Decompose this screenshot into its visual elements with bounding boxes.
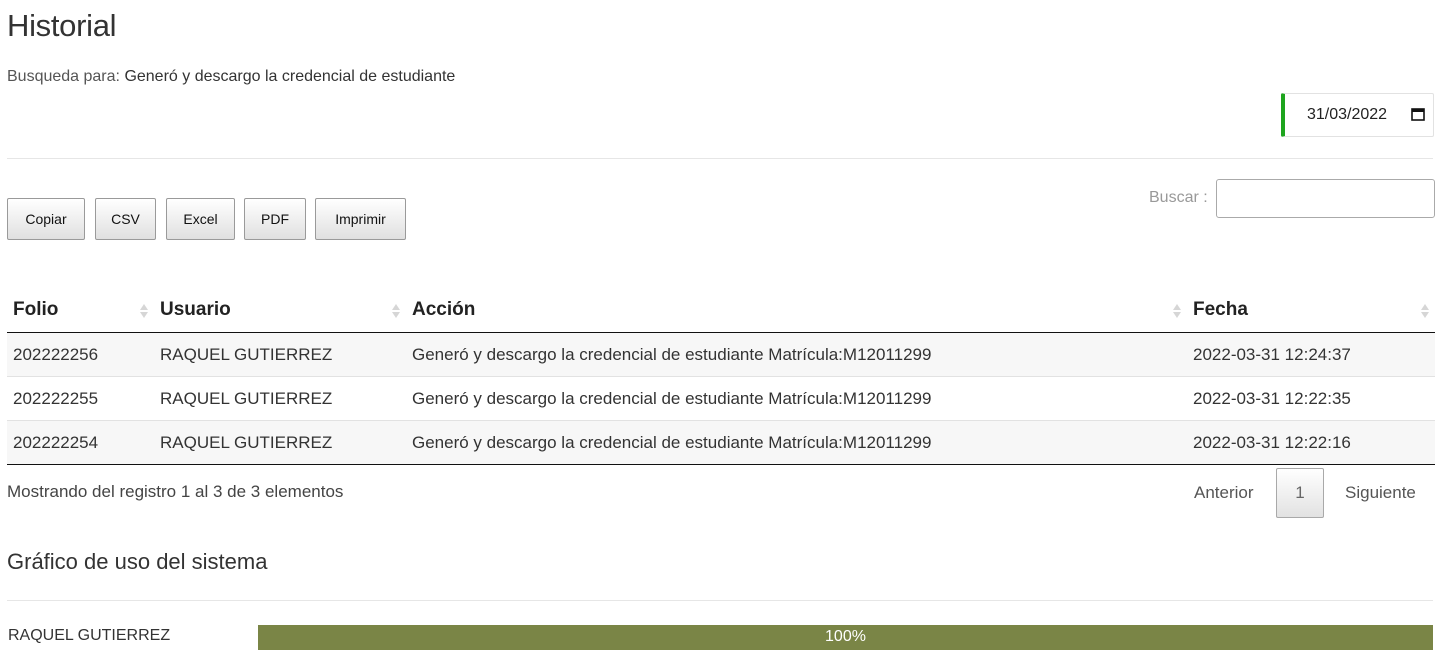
column-header-accion[interactable]: Acción: [406, 287, 1187, 333]
divider: [7, 600, 1433, 601]
date-picker[interactable]: 31/03/2022: [1281, 93, 1434, 137]
usage-bar-label: RAQUEL GUTIERREZ: [8, 627, 171, 644]
pagination-previous[interactable]: Anterior: [1194, 483, 1254, 503]
table-row: 202222255 RAQUEL GUTIERREZ Generó y desc…: [7, 376, 1435, 421]
date-cell: 2022-03-31 12:22:35: [1187, 376, 1435, 421]
action-cell: Generó y descargo la credencial de estud…: [406, 376, 1187, 421]
pagination-page-1[interactable]: 1: [1276, 468, 1324, 518]
folio-cell: 202222255: [7, 376, 154, 421]
sort-icon: [1421, 304, 1429, 318]
table-header-row: Folio Usuario Acción Fecha: [7, 287, 1435, 333]
date-cell: 2022-03-31 12:24:37: [1187, 332, 1435, 377]
divider: [7, 158, 1433, 159]
column-header-fecha[interactable]: Fecha: [1187, 287, 1435, 333]
usage-bar-percent: 100%: [825, 628, 866, 645]
search-term: Generó y descargo la credencial de estud…: [124, 68, 456, 85]
search-input[interactable]: [1216, 179, 1435, 218]
sort-icon: [1173, 304, 1181, 318]
history-table: Folio Usuario Acción Fecha 202222256 RAQ…: [7, 287, 1435, 465]
date-value[interactable]: 31/03/2022: [1307, 106, 1387, 124]
column-header-usuario[interactable]: Usuario: [154, 287, 406, 333]
calendar-icon[interactable]: [1411, 107, 1425, 121]
user-link[interactable]: RAQUEL GUTIERREZ: [154, 376, 406, 421]
pagination-next[interactable]: Siguiente: [1345, 483, 1416, 503]
table-info: Mostrando del registro 1 al 3 de 3 eleme…: [7, 482, 344, 501]
sort-icon: [392, 304, 400, 318]
print-button[interactable]: Imprimir: [315, 198, 406, 240]
copy-button[interactable]: Copiar: [7, 198, 85, 240]
sort-icon: [140, 304, 148, 318]
search-prefix: Busqueda para:: [7, 68, 120, 85]
folio-cell: 202222256: [7, 332, 154, 377]
folio-cell: 202222254: [7, 420, 154, 465]
excel-button[interactable]: Excel: [166, 198, 235, 240]
pdf-button[interactable]: PDF: [244, 198, 306, 240]
action-cell: Generó y descargo la credencial de estud…: [406, 332, 1187, 377]
usage-chart-title: Gráfico de uso del sistema: [7, 549, 268, 574]
page-title: Historial: [7, 8, 117, 43]
table-row: 202222254 RAQUEL GUTIERREZ Generó y desc…: [7, 420, 1435, 465]
action-cell: Generó y descargo la credencial de estud…: [406, 420, 1187, 465]
search-label: Buscar :: [1149, 189, 1208, 206]
column-header-folio[interactable]: Folio: [7, 287, 154, 333]
usage-bar: 100%: [258, 625, 1433, 650]
csv-button[interactable]: CSV: [95, 198, 156, 240]
user-link[interactable]: RAQUEL GUTIERREZ: [154, 420, 406, 465]
user-link[interactable]: RAQUEL GUTIERREZ: [154, 332, 406, 377]
date-cell: 2022-03-31 12:22:16: [1187, 420, 1435, 465]
search-summary: Busqueda para: Generó y descargo la cred…: [7, 68, 455, 86]
table-row: 202222256 RAQUEL GUTIERREZ Generó y desc…: [7, 332, 1435, 377]
